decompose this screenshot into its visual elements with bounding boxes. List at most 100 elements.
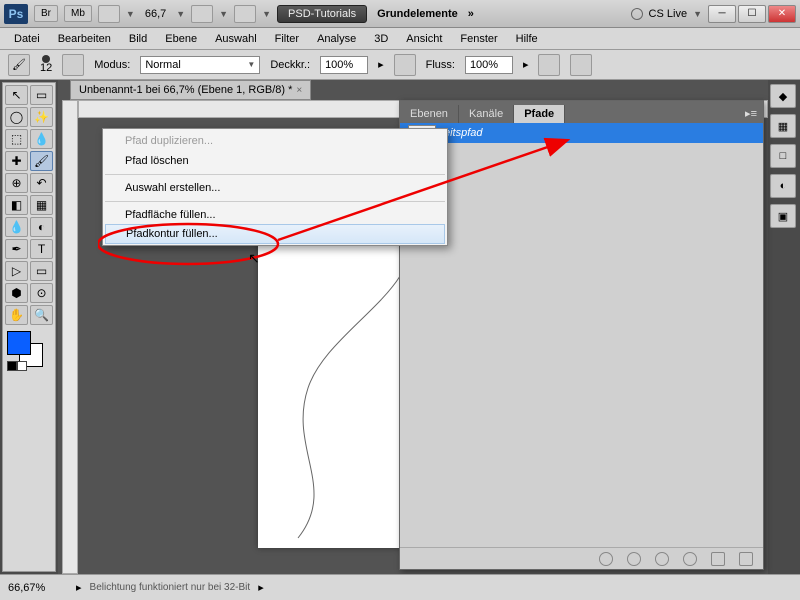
menu-ansicht[interactable]: Ansicht bbox=[398, 31, 450, 47]
screenmode-icon[interactable] bbox=[191, 5, 213, 23]
3d-camera-tool[interactable]: ⊙ bbox=[30, 283, 53, 303]
arrange-icon[interactable] bbox=[98, 5, 120, 23]
color-panel-icon[interactable]: ◆ bbox=[770, 84, 796, 108]
maximize-button[interactable]: ☐ bbox=[738, 5, 766, 23]
adjustments-panel-icon[interactable]: ◐ bbox=[770, 174, 796, 198]
menu-hilfe[interactable]: Hilfe bbox=[508, 31, 546, 47]
path-name: eitspfad bbox=[444, 127, 483, 139]
eyedropper-tool[interactable]: 💧 bbox=[30, 129, 53, 149]
selection-to-path-icon[interactable] bbox=[683, 552, 697, 566]
ruler-vertical bbox=[62, 100, 78, 574]
menu-3d[interactable]: 3D bbox=[366, 31, 396, 47]
wand-tool[interactable]: ✨ bbox=[30, 107, 53, 127]
workspace-label[interactable]: Grundelemente bbox=[373, 6, 462, 22]
tab-ebenen[interactable]: Ebenen bbox=[400, 105, 459, 123]
mode-select[interactable]: Normal bbox=[140, 56, 260, 74]
brush-panel-icon[interactable] bbox=[62, 54, 84, 76]
shape-tool[interactable]: ▭ bbox=[30, 261, 53, 281]
history-brush-tool[interactable]: ↶ bbox=[30, 173, 53, 193]
crop-tool[interactable]: ⬚ bbox=[5, 129, 28, 149]
arrow-icon[interactable]: ▸ bbox=[76, 581, 82, 594]
minimize-button[interactable]: ─ bbox=[708, 5, 736, 23]
pen-tool[interactable]: ✒ bbox=[5, 239, 28, 259]
blur-tool[interactable]: 💧 bbox=[5, 217, 28, 237]
panel-body bbox=[400, 143, 763, 547]
chevron-down-icon: ▼ bbox=[693, 9, 702, 19]
separator bbox=[105, 201, 445, 202]
ctx-delete-path[interactable]: Pfad löschen bbox=[103, 151, 447, 171]
fg-color-swatch[interactable] bbox=[7, 331, 31, 355]
menu-bearbeiten[interactable]: Bearbeiten bbox=[50, 31, 119, 47]
opacity-input[interactable]: 100% bbox=[320, 56, 368, 74]
close-icon[interactable]: × bbox=[296, 85, 302, 96]
arrow-icon[interactable]: ▸ bbox=[378, 58, 384, 71]
delete-path-icon[interactable] bbox=[739, 552, 753, 566]
arrow-icon[interactable]: ▸ bbox=[258, 581, 264, 594]
path-select-tool[interactable]: ▷ bbox=[5, 261, 28, 281]
menu-analyse[interactable]: Analyse bbox=[309, 31, 364, 47]
swatches-panel-icon[interactable]: ▦ bbox=[770, 114, 796, 138]
eraser-tool[interactable]: ◧ bbox=[5, 195, 28, 215]
chevron-down-icon: ▼ bbox=[176, 9, 185, 19]
tab-kanaele[interactable]: Kanäle bbox=[459, 105, 514, 123]
path-to-selection-icon[interactable] bbox=[655, 552, 669, 566]
hand-tool[interactable]: ✋ bbox=[5, 305, 28, 325]
cursor-icon: ↖ bbox=[248, 250, 260, 267]
type-tool[interactable]: T bbox=[30, 239, 53, 259]
stroke-path-icon[interactable] bbox=[627, 552, 641, 566]
ctx-duplicate-path: Pfad duplizieren... bbox=[103, 131, 447, 151]
panel-footer bbox=[400, 547, 763, 569]
workspace-button[interactable]: PSD-Tutorials bbox=[277, 5, 367, 23]
brush-tool-icon[interactable]: 🖌 bbox=[8, 54, 30, 76]
marquee-tool[interactable]: ▭ bbox=[30, 85, 53, 105]
stamp-tool[interactable]: ⊕ bbox=[5, 173, 28, 193]
zoom-tool[interactable]: 🔍 bbox=[30, 305, 53, 325]
menu-filter[interactable]: Filter bbox=[267, 31, 307, 47]
arrow-icon[interactable]: ▸ bbox=[523, 58, 529, 71]
extras-icon[interactable] bbox=[234, 5, 256, 23]
menu-auswahl[interactable]: Auswahl bbox=[207, 31, 265, 47]
path-row-selected[interactable]: eitspfad bbox=[400, 123, 763, 143]
close-button[interactable]: ✕ bbox=[768, 5, 796, 23]
fill-path-icon[interactable] bbox=[599, 552, 613, 566]
separator bbox=[105, 174, 445, 175]
more-icon[interactable]: » bbox=[468, 8, 474, 20]
lasso-tool[interactable]: ◯ bbox=[5, 107, 28, 127]
menu-datei[interactable]: Datei bbox=[6, 31, 48, 47]
ctx-fill-path[interactable]: Pfadfläche füllen... bbox=[103, 205, 447, 225]
menu-ebene[interactable]: Ebene bbox=[157, 31, 205, 47]
new-path-icon[interactable] bbox=[711, 552, 725, 566]
brush-size-value: 12 bbox=[40, 63, 52, 74]
ctx-make-selection[interactable]: Auswahl erstellen... bbox=[103, 178, 447, 198]
brush-preview[interactable]: 12 bbox=[40, 55, 52, 74]
ctx-stroke-path[interactable]: Pfadkontur füllen... bbox=[105, 224, 445, 244]
dodge-tool[interactable]: ◐ bbox=[30, 217, 53, 237]
styles-panel-icon[interactable]: □ bbox=[770, 144, 796, 168]
menu-fenster[interactable]: Fenster bbox=[452, 31, 505, 47]
document-tab[interactable]: Unbenannt-1 bei 66,7% (Ebene 1, RGB/8) *… bbox=[70, 80, 311, 100]
color-swatches[interactable] bbox=[5, 331, 53, 371]
move-tool[interactable]: ↖ bbox=[5, 85, 28, 105]
pressure-size-icon[interactable] bbox=[570, 54, 592, 76]
menu-bild[interactable]: Bild bbox=[121, 31, 155, 47]
status-zoom[interactable]: 66,67% bbox=[8, 582, 68, 594]
zoom-display[interactable]: 66,7 bbox=[141, 8, 170, 20]
opacity-label: Deckkr.: bbox=[270, 59, 310, 71]
panel-menu-icon[interactable]: ▸≡ bbox=[739, 104, 763, 123]
flow-input[interactable]: 100% bbox=[465, 56, 513, 74]
statusbar: 66,67% ▸ Belichtung funktioniert nur bei… bbox=[0, 574, 800, 600]
pressure-opacity-icon[interactable] bbox=[394, 54, 416, 76]
3d-tool[interactable]: ⬢ bbox=[5, 283, 28, 303]
context-menu: Pfad duplizieren... Pfad löschen Auswahl… bbox=[102, 128, 448, 246]
toolbox: ↖▭ ◯✨ ⬚💧 ✚🖌 ⊕↶ ◧▦ 💧◐ ✒T ▷▭ ⬢⊙ ✋🔍 bbox=[2, 82, 56, 572]
cslive-button[interactable]: CS Live bbox=[649, 8, 688, 20]
tab-pfade[interactable]: Pfade bbox=[514, 105, 565, 123]
cslive-icon bbox=[631, 8, 643, 20]
airbrush-icon[interactable] bbox=[538, 54, 560, 76]
minibridge-chip[interactable]: Mb bbox=[64, 5, 92, 22]
bridge-chip[interactable]: Br bbox=[34, 5, 58, 22]
heal-tool[interactable]: ✚ bbox=[5, 151, 28, 171]
gradient-tool[interactable]: ▦ bbox=[30, 195, 53, 215]
brush-tool[interactable]: 🖌 bbox=[30, 151, 53, 171]
masks-panel-icon[interactable]: ▣ bbox=[770, 204, 796, 228]
